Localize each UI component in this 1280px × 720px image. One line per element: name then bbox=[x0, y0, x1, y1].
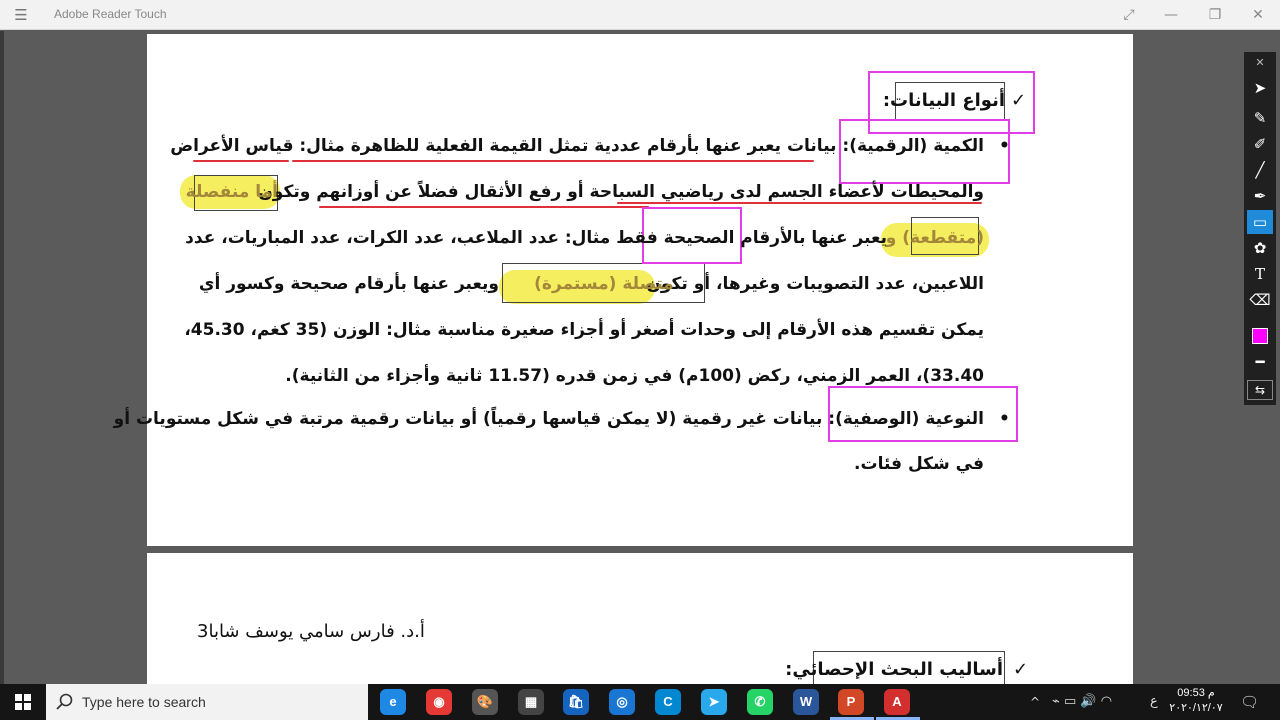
ink-underline[interactable] bbox=[292, 160, 814, 162]
language-indicator[interactable]: ع bbox=[1150, 684, 1158, 720]
body-line-2: والمحيطات لأعضاء الجسم لدى رياضيي السباح… bbox=[258, 182, 984, 202]
ink-underline[interactable] bbox=[193, 160, 289, 162]
eraser-tool-icon[interactable]: ⌫ bbox=[1247, 288, 1273, 312]
highlighted-text: أما منفصلة bbox=[185, 182, 278, 202]
body-line-5: يمكن تقسيم هذه الأرقام إلى وحدات أصغر أو… bbox=[184, 320, 984, 340]
text-tool-icon[interactable]: T bbox=[1247, 262, 1273, 286]
document-viewport[interactable]: ✓ أنواع البيانات: • الكمية (الرقمية): بي… bbox=[0, 31, 1280, 684]
whatsapp-icon[interactable]: ✆ bbox=[747, 689, 773, 715]
tray-chevron-icon[interactable]: ^ bbox=[1030, 684, 1040, 720]
store-icon[interactable]: 🛍 bbox=[563, 689, 589, 715]
taskbar-clock[interactable]: 09:53 م ٢٠٢٠/١٢/٠٧ bbox=[1166, 686, 1226, 716]
body-line-4: اللاعبين، عدد التصويبات وغيرها، أو تكون bbox=[646, 274, 984, 294]
pen-tool-icon[interactable]: ✎ bbox=[1247, 106, 1273, 130]
search-icon bbox=[56, 693, 73, 710]
body-line-1: الكمية (الرقمية): بيانات يعبر عنها بأرقا… bbox=[170, 136, 984, 156]
toolbar-close-icon[interactable]: ✕ bbox=[1247, 54, 1273, 72]
clock-time: 09:53 م bbox=[1177, 687, 1215, 699]
ink-underline[interactable] bbox=[617, 202, 982, 204]
network-app-icon[interactable]: ◎ bbox=[609, 689, 635, 715]
section-heading: أنواع البيانات: bbox=[882, 90, 1005, 111]
pdf-page-1: ✓ أنواع البيانات: • الكمية (الرقمية): بي… bbox=[113, 34, 1133, 546]
color-swatch bbox=[1252, 328, 1268, 344]
body-line-4-end: ويعبر عنها بأرقام صحيحة وكسور أي bbox=[198, 274, 499, 294]
body-line-7: النوعية (الوصفية): بيانات غير رقمية (لا … bbox=[113, 409, 984, 429]
notification-icon[interactable]: 🗨 bbox=[1240, 684, 1259, 720]
stamp-tool-icon[interactable]: ✿ bbox=[1247, 236, 1273, 260]
calculator-icon[interactable]: ▦ bbox=[518, 689, 544, 715]
c-app-icon[interactable]: C bbox=[655, 689, 681, 715]
app-title: Adobe Reader Touch bbox=[54, 7, 167, 21]
bullet-icon: • bbox=[999, 409, 1010, 429]
annotation-toolbar: ✕ ➤ ✎ ✐ ╱ ✒ ▭ ✿ T ⌫ ━ ⇆ bbox=[1244, 52, 1276, 405]
ink-underline[interactable] bbox=[319, 206, 649, 208]
rectangle-tool-icon[interactable]: ▭ bbox=[1247, 210, 1273, 234]
search-placeholder: Type here to search bbox=[82, 694, 206, 710]
powerpoint-icon[interactable]: P bbox=[838, 689, 864, 715]
line-weight-icon[interactable]: ━ bbox=[1247, 350, 1273, 374]
hamburger-menu-icon[interactable]: ☰ bbox=[8, 5, 34, 25]
section-heading-2: أساليب البحث الإحصائي: bbox=[785, 659, 1003, 680]
title-bar: ☰ Adobe Reader Touch ⤢ — ❐ ✕ bbox=[0, 0, 1280, 30]
checkmark-icon: ✓ bbox=[1011, 90, 1027, 111]
marker-tool-icon[interactable]: ✐ bbox=[1247, 132, 1273, 156]
body-line-6: 33.40)، العمر الزمني، ركض (100م) في زمن … bbox=[285, 366, 984, 386]
bullet-icon: • bbox=[999, 136, 1010, 156]
body-line-3: يعبر عنها بالأرقام الصحيحة فقط مثال: عدد… bbox=[185, 228, 887, 248]
restore-button[interactable]: ❐ bbox=[1199, 4, 1231, 26]
close-button[interactable]: ✕ bbox=[1242, 4, 1274, 26]
tray-icons[interactable]: ⌁ ▭ 🔊 ◠ bbox=[1052, 684, 1112, 720]
taskbar-search-box[interactable]: Type here to search bbox=[46, 684, 368, 720]
checkmark-icon: ✓ bbox=[1013, 659, 1029, 680]
page-author-header: أ.د. فارس سامي يوسف شابا3 bbox=[197, 621, 425, 642]
chrome-icon[interactable]: ◉ bbox=[426, 689, 452, 715]
color-swatch-button[interactable] bbox=[1247, 324, 1273, 348]
fullscreen-icon[interactable]: ⤢ bbox=[1113, 4, 1145, 26]
windows-taskbar: Type here to search e ◉ 🎨 ▦ 🛍 ◎ C ➤ ✆ W … bbox=[0, 684, 1280, 720]
paint-icon[interactable]: 🎨 bbox=[472, 689, 498, 715]
select-tool-icon[interactable]: ➤ bbox=[1247, 76, 1273, 100]
windows-logo-icon bbox=[15, 694, 31, 710]
acrobat-icon[interactable]: A bbox=[884, 689, 910, 715]
line-tool-icon[interactable]: ╱ bbox=[1247, 158, 1273, 182]
highlighter-tool-icon[interactable]: ✒ bbox=[1247, 184, 1273, 208]
body-line-8: في شكل فئات. bbox=[854, 454, 984, 474]
clock-date: ٢٠٢٠/١٢/٠٧ bbox=[1169, 702, 1223, 714]
word-icon[interactable]: W bbox=[793, 689, 819, 715]
highlighted-text: (متقطعة) و bbox=[885, 228, 984, 248]
start-button[interactable] bbox=[0, 684, 46, 720]
edge-icon[interactable]: e bbox=[380, 689, 406, 715]
highlighted-text: متصلة (مستمرة) bbox=[534, 274, 674, 294]
left-edge bbox=[0, 31, 4, 684]
telegram-icon[interactable]: ➤ bbox=[701, 689, 727, 715]
pdf-page-2: أ.د. فارس سامي يوسف شابا3 ✓ أساليب البحث… bbox=[147, 553, 1133, 684]
minimize-button[interactable]: — bbox=[1155, 4, 1187, 26]
expand-toolbar-icon[interactable]: ⇆ bbox=[1247, 380, 1273, 400]
